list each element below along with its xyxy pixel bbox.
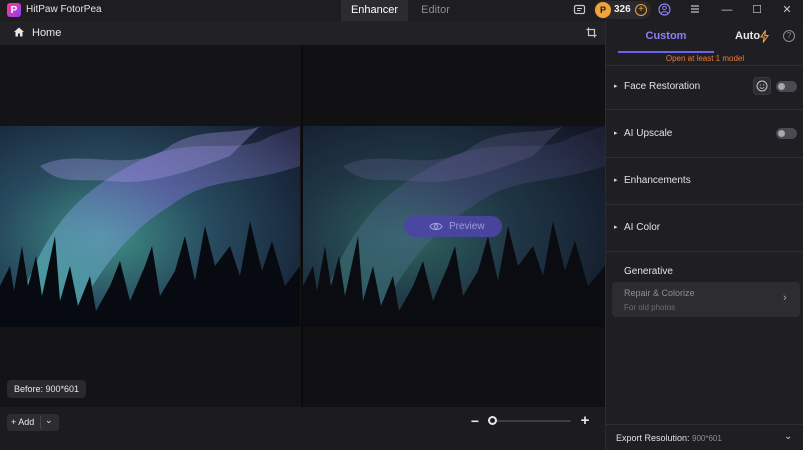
face-restoration-toggle[interactable] xyxy=(776,81,797,92)
title-bar: P HitPaw FotorPea Enhancer Editor P 326 … xyxy=(0,0,803,21)
app-logo: P xyxy=(7,3,21,17)
export-label: Export Resolution: xyxy=(616,433,690,443)
expand-caret-icon: ▸ xyxy=(614,177,618,184)
before-size-badge: Before: 900*601 xyxy=(7,380,87,398)
model-label: AI Upscale xyxy=(624,128,673,139)
zoom-in-button[interactable]: + xyxy=(579,412,591,429)
export-value: 900*601 xyxy=(692,434,722,443)
generative-title: Generative xyxy=(624,266,673,277)
preview-button[interactable]: Preview xyxy=(404,216,502,237)
tab-editor[interactable]: Editor xyxy=(408,0,463,21)
bolt-icon xyxy=(760,30,769,43)
tab-enhancer[interactable]: Enhancer xyxy=(341,0,408,21)
model-face-restoration[interactable]: ▸ Face Restoration xyxy=(606,76,803,98)
preview-label: Preview xyxy=(449,221,485,232)
home-icon[interactable] xyxy=(13,26,25,38)
panel-tabs: Custom Auto ? xyxy=(606,21,803,53)
credit-count: 326 xyxy=(614,4,631,15)
repair-subtitle: For old photos xyxy=(624,303,676,312)
ai-upscale-toggle[interactable] xyxy=(776,128,797,139)
notification-icon[interactable] xyxy=(572,3,586,17)
add-label: + Add xyxy=(11,417,35,427)
tab-auto[interactable]: Auto xyxy=(735,21,760,52)
expand-caret-icon: ▸ xyxy=(614,83,618,90)
before-image xyxy=(0,126,300,327)
expand-caret-icon: ▸ xyxy=(614,224,618,231)
zoom-out-button[interactable]: − xyxy=(470,413,480,429)
tab-custom[interactable]: Custom xyxy=(618,21,714,52)
model-label: AI Color xyxy=(624,222,661,233)
zoom-slider[interactable] xyxy=(495,420,571,422)
minimize-icon[interactable]: — xyxy=(720,3,734,17)
model-label: Face Restoration xyxy=(624,81,701,92)
maximize-icon[interactable]: ☐ xyxy=(750,3,764,17)
close-icon[interactable]: ✕ xyxy=(780,3,794,17)
model-warning: Open at least 1 model xyxy=(665,54,745,63)
menu-icon[interactable] xyxy=(688,3,702,17)
chevron-right-icon: › xyxy=(783,292,787,304)
eye-icon xyxy=(429,222,443,231)
repair-title: Repair & Colorize xyxy=(624,288,695,298)
repair-colorize-card[interactable]: Repair & Colorize For old photos › xyxy=(612,282,800,317)
settings-panel: Custom Auto ? Open at least 1 model ▸ Fa… xyxy=(605,21,803,450)
model-ai-color[interactable]: ▸ AI Color xyxy=(606,217,803,239)
canvas-toolbar: Home xyxy=(0,21,605,45)
image-canvas: Preview Before: 900*601 xyxy=(0,45,605,407)
add-button[interactable]: + Add ⌄ xyxy=(7,414,59,431)
model-label: Enhancements xyxy=(624,175,691,186)
chevron-down-icon[interactable]: ⌄ xyxy=(45,415,53,426)
smile-icon xyxy=(756,80,768,92)
crop-icon[interactable] xyxy=(586,27,597,38)
app-name: HitPaw FotorPea xyxy=(26,4,102,15)
export-resolution-bar[interactable]: Export Resolution: 900*601 ⌄ xyxy=(606,424,803,450)
account-icon[interactable] xyxy=(657,3,671,17)
zoom-slider-handle[interactable] xyxy=(488,416,497,425)
coin-icon: P xyxy=(595,2,611,18)
model-enhancements[interactable]: ▸ Enhancements xyxy=(606,170,803,192)
face-select-button[interactable] xyxy=(753,77,771,95)
model-ai-upscale[interactable]: ▸ AI Upscale xyxy=(606,123,803,145)
help-icon[interactable]: ? xyxy=(783,30,795,42)
add-credits-button[interactable]: + xyxy=(635,4,647,16)
expand-caret-icon: ▸ xyxy=(614,130,618,137)
active-tab-indicator xyxy=(618,51,714,53)
credits-badge[interactable]: P 326 + xyxy=(594,1,651,19)
home-link[interactable]: Home xyxy=(32,27,61,39)
bottom-toolbar: + Add ⌄ − + xyxy=(0,407,605,450)
chevron-down-icon[interactable]: ⌄ xyxy=(784,431,792,442)
